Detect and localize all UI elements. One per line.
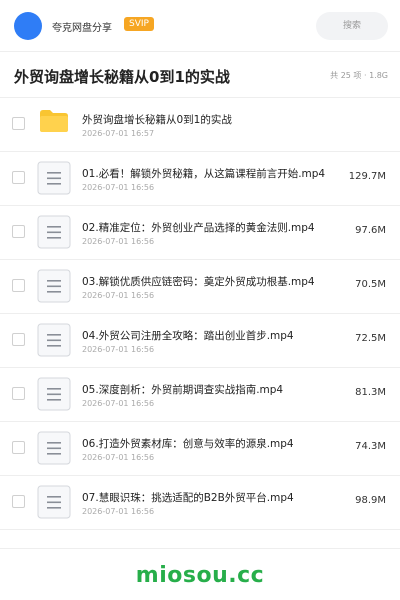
select-checkbox[interactable] [12, 171, 25, 184]
file-date: 2026-07-01 16:56 [82, 399, 155, 408]
file-name[interactable]: 05.深度剖析：外贸前期调查实战指南.mp4 [82, 382, 283, 397]
footer: miosou.cc [0, 548, 400, 600]
item-count-meta: 共 25 项 · 1.8G [330, 71, 388, 80]
file-name[interactable]: 外贸询盘增长秘籍从0到1的实战 [82, 112, 232, 127]
file-size: 98.9M [355, 495, 386, 506]
list-item[interactable]: 06.打造外贸素材库：创意与效率的源泉.mp4 2026-07-01 16:56… [0, 422, 400, 476]
list-item[interactable]: 02.精准定位：外贸创业产品选择的黄金法则.mp4 2026-07-01 16:… [0, 206, 400, 260]
file-doc-icon [37, 431, 71, 465]
file-name[interactable]: 04.外贸公司注册全攻略：踏出创业首步.mp4 [82, 328, 294, 343]
title-row: 外贸询盘增长秘籍从0到1的实战 共 25 项 · 1.8G [0, 52, 400, 98]
file-date: 2026-07-01 16:56 [82, 237, 155, 246]
file-name[interactable]: 06.打造外贸素材库：创意与效率的源泉.mp4 [82, 436, 294, 451]
search-input[interactable] [316, 12, 388, 40]
file-name[interactable]: 01.必看！解锁外贸秘籍，从这篇课程前言开始.mp4 [82, 166, 325, 181]
list-item[interactable]: 外贸询盘增长秘籍从0到1的实战 2026-07-01 16:57 [0, 98, 400, 152]
file-doc-icon [37, 215, 71, 249]
file-date: 2026-07-01 16:56 [82, 183, 155, 192]
select-checkbox[interactable] [12, 387, 25, 400]
folder-icon [40, 110, 68, 132]
list-item[interactable]: 05.深度剖析：外贸前期调查实战指南.mp4 2026-07-01 16:56 … [0, 368, 400, 422]
file-date: 2026-07-01 16:56 [82, 345, 155, 354]
page-title: 外贸询盘增长秘籍从0到1的实战 [14, 68, 230, 86]
share-name: 夸克网盘分享 [52, 23, 112, 34]
file-date: 2026-07-01 16:56 [82, 453, 155, 462]
file-size: 81.3M [355, 387, 386, 398]
list-item[interactable]: 07.慧眼识珠：挑选适配的B2B外贸平台.mp4 2026-07-01 16:5… [0, 476, 400, 530]
file-list: 外贸询盘增长秘籍从0到1的实战 2026-07-01 16:57 01.必看！解… [0, 98, 400, 530]
file-date: 2026-07-01 16:56 [82, 291, 155, 300]
file-doc-icon [37, 323, 71, 357]
list-item[interactable]: 04.外贸公司注册全攻略：踏出创业首步.mp4 2026-07-01 16:56… [0, 314, 400, 368]
select-checkbox[interactable] [12, 279, 25, 292]
file-name[interactable]: 07.慧眼识珠：挑选适配的B2B外贸平台.mp4 [82, 490, 294, 505]
select-checkbox[interactable] [12, 225, 25, 238]
list-item[interactable]: 03.解锁优质供应链密码：奠定外贸成功根基.mp4 2026-07-01 16:… [0, 260, 400, 314]
svip-badge: SVIP [124, 17, 154, 31]
file-doc-icon [37, 269, 71, 303]
file-size: 72.5M [355, 333, 386, 344]
file-date: 2026-07-01 16:56 [82, 507, 155, 516]
list-item[interactable]: 01.必看！解锁外贸秘籍，从这篇课程前言开始.mp4 2026-07-01 16… [0, 152, 400, 206]
select-checkbox[interactable] [12, 441, 25, 454]
top-bar: 夸克网盘分享 SVIP [0, 0, 400, 52]
file-size: 129.7M [348, 171, 386, 182]
file-size: 70.5M [355, 279, 386, 290]
file-name[interactable]: 03.解锁优质供应链密码：奠定外贸成功根基.mp4 [82, 274, 315, 289]
file-size: 97.6M [355, 225, 386, 236]
select-checkbox[interactable] [12, 117, 25, 130]
select-checkbox[interactable] [12, 495, 25, 508]
select-checkbox[interactable] [12, 333, 25, 346]
avatar[interactable] [14, 12, 42, 40]
file-doc-icon [37, 377, 71, 411]
file-date: 2026-07-01 16:57 [82, 129, 155, 138]
file-size: 74.3M [355, 441, 386, 452]
file-doc-icon [37, 485, 71, 519]
file-doc-icon [37, 161, 71, 195]
brand-watermark: miosou.cc [135, 563, 265, 588]
file-name[interactable]: 02.精准定位：外贸创业产品选择的黄金法则.mp4 [82, 220, 315, 235]
